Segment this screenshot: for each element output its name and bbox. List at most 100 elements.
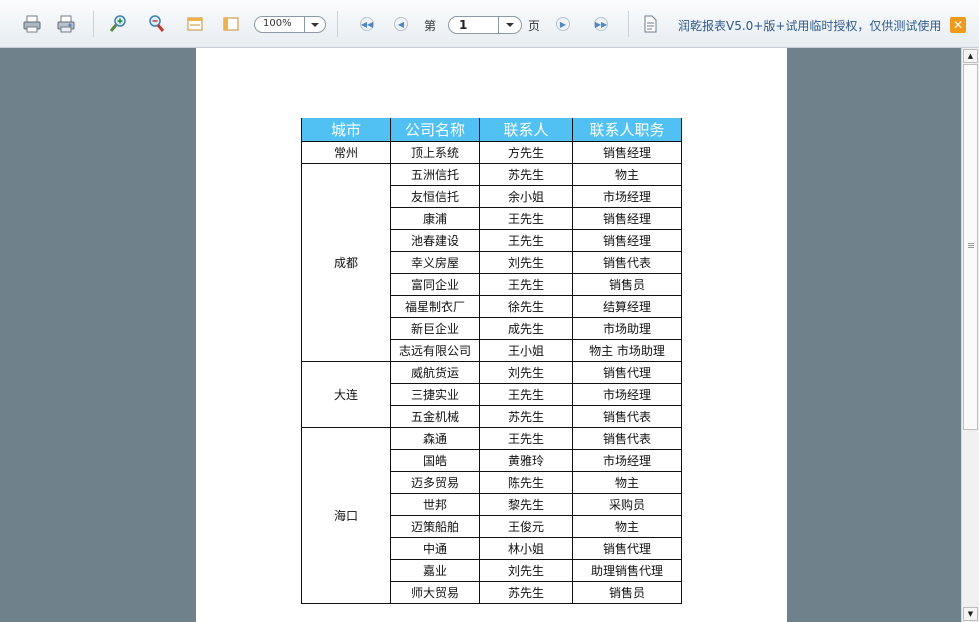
- contact-cell: 王先生: [480, 230, 573, 252]
- toolbar-separator: [628, 11, 629, 37]
- city-cell: 大连: [301, 362, 391, 428]
- contact-cell: 苏先生: [480, 582, 573, 604]
- page-select[interactable]: 1: [448, 16, 522, 34]
- table-header-row: 城市 公司名称 联系人 联系人职务: [301, 118, 682, 142]
- contact-title-cell: 销售经理: [573, 142, 682, 164]
- company-cell: 国皓: [391, 450, 480, 472]
- scroll-thumb[interactable]: [963, 64, 978, 430]
- contact-cell: 刘先生: [480, 560, 573, 582]
- company-cell: 中通: [391, 538, 480, 560]
- contact-title-cell: 销售代表: [573, 406, 682, 428]
- print-setup-icon[interactable]: [56, 14, 76, 34]
- contact-title-cell: 销售经理: [573, 208, 682, 230]
- company-cell: 顶上系统: [391, 142, 480, 164]
- first-page-icon: ◀◀: [360, 17, 374, 31]
- zoom-in-icon[interactable]: [108, 14, 128, 34]
- toolbar-separator: [337, 11, 338, 37]
- contact-title-cell: 物主: [573, 472, 682, 494]
- company-cell: 志远有限公司: [391, 340, 480, 362]
- contact-cell: 陈先生: [480, 472, 573, 494]
- print-icon[interactable]: [22, 14, 42, 34]
- close-icon[interactable]: ✕: [950, 17, 966, 33]
- contact-cell: 刘先生: [480, 252, 573, 274]
- city-cell: 常州: [301, 142, 391, 164]
- company-cell: 世邦: [391, 494, 480, 516]
- header-city: 城市: [301, 118, 391, 142]
- contact-title-cell: 销售代表: [573, 252, 682, 274]
- contact-title-cell: 市场经理: [573, 186, 682, 208]
- company-cell: 森通: [391, 428, 480, 450]
- toolbar-separator: [93, 11, 94, 37]
- first-page-button[interactable]: ◀◀: [360, 14, 374, 34]
- license-notice: 润乾报表V5.0+版+试用临时授权，仅供测试使用: [678, 19, 942, 33]
- prev-page-button[interactable]: ◀: [394, 14, 408, 34]
- last-page-icon: ▶▶: [594, 17, 608, 31]
- zoom-out-icon[interactable]: [146, 14, 166, 34]
- contact-title-cell: 助理销售代理: [573, 560, 682, 582]
- scroll-up-button[interactable]: ▲: [963, 49, 978, 63]
- page-dropdown-button[interactable]: [498, 17, 521, 33]
- page-label-suffix: 页: [528, 19, 541, 33]
- company-cell: 康浦: [391, 208, 480, 230]
- contact-title-cell: 销售经理: [573, 230, 682, 252]
- company-cell: 福星制衣厂: [391, 296, 480, 318]
- header-contact: 联系人: [480, 118, 573, 142]
- last-page-button[interactable]: ▶▶: [594, 14, 608, 34]
- next-page-icon: ▶: [556, 17, 570, 31]
- zoom-select[interactable]: 100%: [254, 16, 326, 33]
- vertical-scrollbar[interactable]: ▲ ▼: [961, 48, 979, 622]
- contact-title-cell: 采购员: [573, 494, 682, 516]
- company-cell: 幸义房屋: [391, 252, 480, 274]
- grip-icon: [968, 243, 974, 244]
- company-cell: 新巨企业: [391, 318, 480, 340]
- contact-cell: 王先生: [480, 274, 573, 296]
- city-cell: 海口: [301, 428, 391, 604]
- zoom-dropdown-button[interactable]: [304, 17, 325, 32]
- contact-cell: 黎先生: [480, 494, 573, 516]
- contact-title-cell: 结算经理: [573, 296, 682, 318]
- contact-cell: 刘先生: [480, 362, 573, 384]
- page-number: 1: [459, 18, 468, 32]
- chevron-down-icon: [506, 23, 514, 27]
- contact-cell: 王先生: [480, 208, 573, 230]
- contact-cell: 林小姐: [480, 538, 573, 560]
- scroll-down-button[interactable]: ▼: [963, 607, 978, 621]
- prev-page-icon: ◀: [394, 17, 408, 31]
- contact-cell: 成先生: [480, 318, 573, 340]
- contact-title-cell: 物主: [573, 164, 682, 186]
- contact-cell: 苏先生: [480, 406, 573, 428]
- company-cell: 富同企业: [391, 274, 480, 296]
- company-cell: 五金机械: [391, 406, 480, 428]
- contact-title-cell: 销售代表: [573, 428, 682, 450]
- company-cell: 迈多贸易: [391, 472, 480, 494]
- report-page: 城市 公司名称 联系人 联系人职务 顶上系统 方先生 销售经理 常州 五洲信托 苏先生 物主…: [196, 48, 787, 622]
- contact-cell: 黄雅玲: [480, 450, 573, 472]
- fit-width-icon[interactable]: [185, 14, 205, 34]
- header-contact-title: 联系人职务: [573, 118, 682, 142]
- fit-page-icon[interactable]: [221, 14, 241, 34]
- company-cell: 师大贸易: [391, 582, 480, 604]
- zoom-value: 100%: [263, 18, 292, 29]
- contact-title-cell: 销售员: [573, 274, 682, 296]
- contact-cell: 王小姐: [480, 340, 573, 362]
- company-cell: 友恒信托: [391, 186, 480, 208]
- contact-title-cell: 市场经理: [573, 450, 682, 472]
- next-page-button[interactable]: ▶: [556, 14, 570, 34]
- company-cell: 威航货运: [391, 362, 480, 384]
- city-cell: 成都: [301, 164, 391, 362]
- contact-cell: 王俊元: [480, 516, 573, 538]
- contact-cell: 王先生: [480, 428, 573, 450]
- company-cell: 迈策船舶: [391, 516, 480, 538]
- contact-cell: 徐先生: [480, 296, 573, 318]
- export-icon[interactable]: [640, 14, 660, 34]
- contact-cell: 王先生: [480, 384, 573, 406]
- company-cell: 嘉业: [391, 560, 480, 582]
- company-cell: 池春建设: [391, 230, 480, 252]
- contact-cell: 苏先生: [480, 164, 573, 186]
- contact-cell: 方先生: [480, 142, 573, 164]
- contact-title-cell: 物主: [573, 516, 682, 538]
- page-label-prefix: 第: [424, 19, 437, 33]
- contact-title-cell: 销售员: [573, 582, 682, 604]
- contact-title-cell: 市场助理: [573, 318, 682, 340]
- contact-title-cell: 销售代理: [573, 362, 682, 384]
